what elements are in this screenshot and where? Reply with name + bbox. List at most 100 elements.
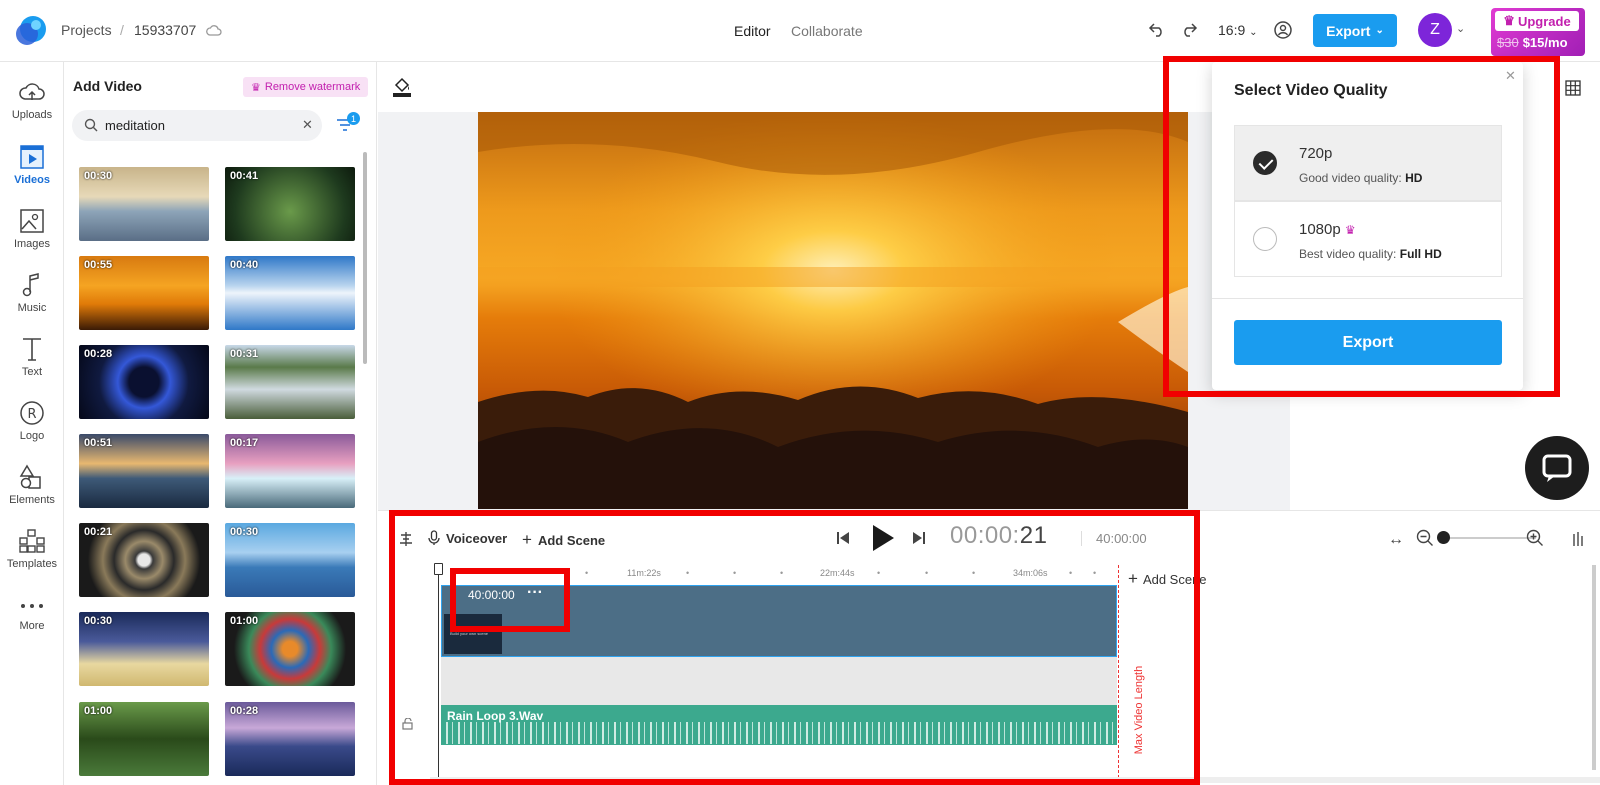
avatar[interactable]: Z — [1418, 13, 1452, 47]
project-name[interactable]: 15933707 — [134, 22, 196, 38]
rail-item-music[interactable]: Music — [0, 272, 64, 314]
video-thumbnail[interactable]: 00:40 — [225, 256, 355, 330]
aspect-ratio-value: 16:9 — [1218, 22, 1246, 38]
rail-item-label: Uploads — [11, 109, 53, 121]
video-duration: 00:51 — [84, 437, 113, 449]
video-thumbnail[interactable]: 01:00 — [225, 612, 355, 686]
image-icon — [20, 209, 44, 233]
upgrade-label: Upgrade — [1517, 13, 1571, 29]
share-user-icon[interactable] — [1273, 20, 1293, 40]
left-rail: Uploads Videos Images Music Text R Logo … — [0, 62, 64, 785]
video-duration: 00:41 — [230, 170, 259, 182]
video-duration: 00:55 — [84, 259, 113, 271]
video-duration: 00:31 — [230, 348, 259, 360]
top-bar: Projects / 15933707 Editor Collaborate 1… — [0, 0, 1600, 62]
video-duration: 01:00 — [230, 615, 259, 627]
export-button-label: Export — [1326, 22, 1371, 39]
video-thumbnail[interactable]: 00:21 — [79, 523, 209, 597]
upgrade-old-price: $30 — [1497, 35, 1519, 50]
search-value: meditation — [105, 118, 165, 133]
chat-bubble-icon — [1542, 454, 1572, 482]
chevron-down-icon: ⌄ — [1249, 27, 1258, 38]
video-play-icon — [20, 145, 44, 169]
video-thumbnail[interactable]: 00:31 — [225, 345, 355, 419]
search-icon — [84, 118, 98, 132]
rail-item-more[interactable]: More — [0, 596, 64, 632]
panel-title: Add Video — [73, 78, 142, 94]
fit-width-icon[interactable]: ↔ — [1388, 531, 1404, 549]
video-thumbnail[interactable]: 00:28 — [79, 345, 209, 419]
rail-item-images[interactable]: Images — [0, 208, 64, 250]
rail-item-label: Logo — [19, 430, 45, 442]
templates-icon — [19, 529, 45, 553]
crown-icon: ♛ — [251, 81, 261, 94]
rail-item-label: Images — [13, 238, 51, 250]
video-duration: 00:40 — [230, 259, 259, 271]
app-logo-icon[interactable] — [14, 14, 48, 48]
zoom-slider-handle[interactable] — [1437, 531, 1450, 544]
background-fill-icon[interactable] — [392, 76, 412, 98]
video-thumbnail[interactable]: 00:28 — [225, 702, 355, 776]
chat-launcher[interactable] — [1525, 436, 1589, 500]
rail-item-uploads[interactable]: Uploads — [0, 79, 64, 121]
video-thumbnail[interactable]: 00:51 — [79, 434, 209, 508]
redo-icon[interactable] — [1180, 20, 1198, 38]
tab-collaborate[interactable]: Collaborate — [791, 23, 863, 39]
rail-item-label: Music — [17, 302, 47, 314]
shapes-icon — [19, 464, 41, 489]
close-icon[interactable]: ✕ — [302, 117, 313, 133]
search-input[interactable]: meditation ✕ — [72, 110, 322, 141]
highlight-box-popup — [1163, 56, 1560, 397]
registered-icon: R — [20, 401, 44, 425]
rail-item-logo[interactable]: R Logo — [0, 400, 64, 442]
video-thumbnail[interactable]: 00:30 — [225, 523, 355, 597]
rail-item-label: More — [19, 620, 45, 632]
rail-item-elements[interactable]: Elements — [0, 464, 64, 506]
video-thumbnail[interactable]: 00:41 — [225, 167, 355, 241]
timeline-vertical-scrollbar[interactable] — [1592, 565, 1596, 770]
upgrade-new-price: $15/mo — [1522, 35, 1568, 50]
zoom-out-icon[interactable] — [1416, 529, 1434, 547]
zoom-in-icon[interactable] — [1526, 529, 1544, 547]
video-duration: 00:30 — [84, 170, 113, 182]
rail-item-label: Elements — [9, 494, 55, 506]
breadcrumb-projects[interactable]: Projects — [61, 22, 112, 38]
chevron-down-icon[interactable]: ⌄ — [1456, 22, 1465, 35]
cloud-saved-icon — [206, 25, 222, 36]
undo-icon[interactable] — [1148, 20, 1166, 38]
video-thumbnail[interactable]: 01:00 — [79, 702, 209, 776]
grid-icon[interactable] — [1565, 80, 1581, 96]
upload-cloud-icon — [19, 83, 45, 100]
upgrade-price: $30 $15/mo — [1497, 35, 1568, 50]
tab-editor[interactable]: Editor — [734, 23, 771, 39]
rail-item-templates[interactable]: Templates — [0, 528, 64, 570]
zoom-slider-track[interactable] — [1440, 537, 1536, 539]
video-preview[interactable] — [478, 112, 1188, 509]
video-thumbnail[interactable]: 00:30 — [79, 612, 209, 686]
aspect-ratio-select[interactable]: 16:9 ⌄ — [1218, 22, 1258, 38]
add-video-panel: Add Video ♛ Remove watermark meditation … — [64, 62, 377, 785]
sunset-scene-image — [478, 112, 1188, 509]
video-thumbnail[interactable]: 00:17 — [225, 434, 355, 508]
video-duration: 00:30 — [84, 615, 113, 627]
rail-item-label: Templates — [6, 558, 58, 570]
svg-text:R: R — [27, 407, 36, 422]
rail-item-label: Videos — [14, 174, 50, 186]
video-duration: 00:28 — [230, 705, 259, 717]
text-icon — [23, 338, 41, 361]
export-button[interactable]: Export ⌄ — [1313, 14, 1397, 47]
rail-item-videos[interactable]: Videos — [0, 144, 64, 186]
video-duration: 00:28 — [84, 348, 113, 360]
highlight-box-timeline — [389, 510, 1200, 785]
video-thumbnail[interactable]: 00:30 — [79, 167, 209, 241]
upgrade-button[interactable]: ♛ Upgrade $30 $15/mo — [1491, 8, 1585, 56]
timeline-layout-icon[interactable] — [1571, 531, 1585, 547]
remove-watermark-button[interactable]: ♛ Remove watermark — [243, 77, 369, 97]
video-duration: 00:30 — [230, 526, 259, 538]
more-icon — [21, 604, 43, 608]
video-thumbnail[interactable]: 00:55 — [79, 256, 209, 330]
panel-scrollbar[interactable] — [363, 152, 367, 364]
filter-count-badge: 1 — [347, 112, 360, 125]
rail-item-text[interactable]: Text — [0, 336, 64, 378]
remove-watermark-label: Remove watermark — [264, 81, 361, 93]
